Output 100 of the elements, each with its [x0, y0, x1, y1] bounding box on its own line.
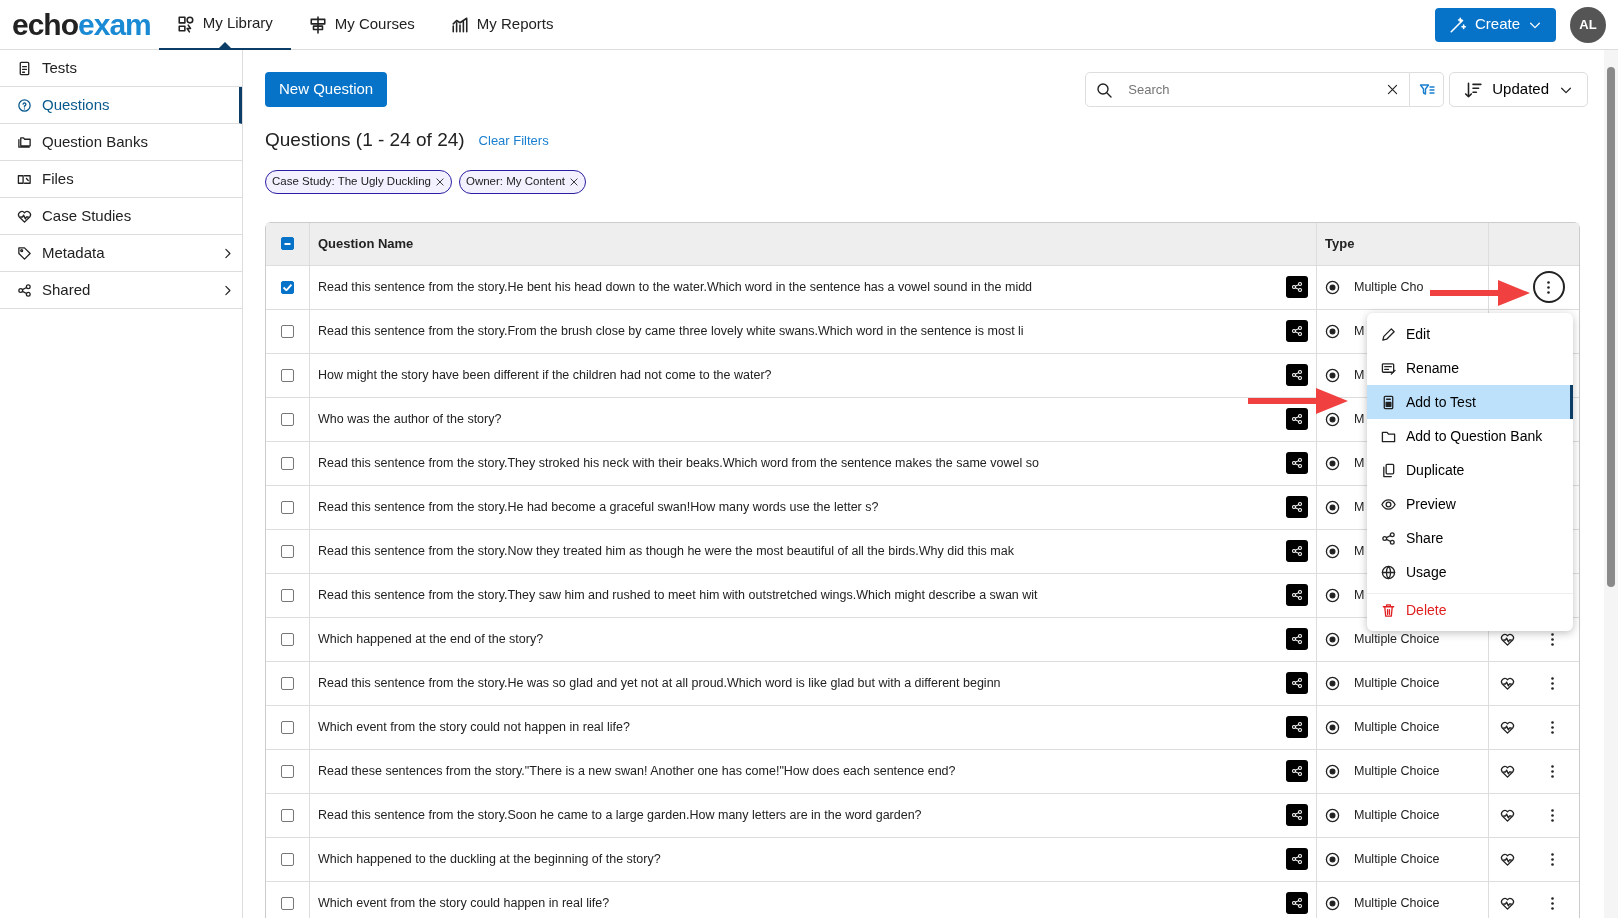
- sidebar-item[interactable]: Questions: [0, 87, 242, 124]
- scrollbar[interactable]: [1604, 50, 1618, 918]
- sidebar-item[interactable]: Case Studies: [0, 198, 242, 235]
- share-icon: [1291, 897, 1303, 910]
- question-name: Read this sentence from the story.From the brush close by came three lovely white swans.Which word in the sentence is most li: [318, 322, 1025, 340]
- more-icon: [1550, 764, 1554, 778]
- share-button[interactable]: [1286, 364, 1308, 387]
- create-button[interactable]: Create: [1434, 7, 1556, 42]
- filter-chip[interactable]: Owner: My Content: [458, 169, 587, 194]
- menu-item[interactable]: Usage: [1367, 555, 1573, 589]
- sidebar-item[interactable]: Question Banks: [0, 124, 242, 161]
- menu-item[interactable]: Edit: [1367, 317, 1573, 351]
- row-checkbox[interactable]: [281, 720, 294, 734]
- clear-search-button[interactable]: [1386, 83, 1400, 96]
- menu-item[interactable]: Share: [1367, 521, 1573, 555]
- column-header: Type: [1325, 235, 1355, 254]
- sidebar-item[interactable]: Tests: [0, 50, 242, 87]
- share-button[interactable]: [1286, 804, 1308, 827]
- avatar[interactable]: AL: [1570, 6, 1606, 43]
- more-icon: [1550, 632, 1554, 646]
- share-icon: [1291, 501, 1303, 514]
- sidebar-item[interactable]: Metadata: [0, 235, 242, 272]
- sort-icon: [1464, 80, 1483, 99]
- clear-filters-link[interactable]: Clear Filters: [478, 130, 549, 151]
- row-checkbox[interactable]: [281, 632, 294, 646]
- row-checkbox[interactable]: [281, 456, 294, 470]
- nav-tab[interactable]: My Reports: [432, 0, 572, 50]
- row-checkbox[interactable]: [281, 544, 294, 558]
- share-icon: [1291, 413, 1303, 426]
- sort-dropdown[interactable]: Updated: [1449, 72, 1588, 107]
- row-checkbox[interactable]: [281, 280, 294, 294]
- question-type: M: [1354, 586, 1365, 604]
- new-question-button[interactable]: New Question: [265, 72, 388, 107]
- row-checkbox[interactable]: [281, 412, 294, 426]
- menu-item[interactable]: Preview: [1367, 487, 1573, 521]
- nav-tab[interactable]: My Library: [158, 0, 291, 50]
- share-button[interactable]: [1286, 628, 1308, 651]
- share-button[interactable]: [1286, 276, 1308, 299]
- checkmark-icon: [283, 283, 292, 291]
- share-icon: [1291, 853, 1303, 866]
- heart-icon: [1499, 895, 1515, 911]
- row-checkbox[interactable]: [281, 676, 294, 690]
- question-name: Read this sentence from the story.He had become a graceful swan!How many words use the letter s?: [318, 498, 880, 516]
- row-checkbox[interactable]: [281, 368, 294, 382]
- menu-item[interactable]: Rename: [1367, 351, 1573, 385]
- row-checkbox[interactable]: [281, 324, 294, 338]
- select-all-checkbox[interactable]: [281, 237, 294, 251]
- question-type: Multiple Choice: [1354, 806, 1440, 824]
- row-checkbox[interactable]: [281, 852, 294, 866]
- share-button[interactable]: [1286, 452, 1308, 475]
- share-button[interactable]: [1286, 848, 1308, 871]
- magic-wand-icon: [1448, 15, 1467, 34]
- menu-item[interactable]: Duplicate: [1367, 453, 1573, 487]
- radio-icon: [1325, 587, 1340, 603]
- search-field[interactable]: Search: [1085, 72, 1411, 107]
- menu-item[interactable]: Add to Test: [1367, 385, 1573, 419]
- search-icon: [1096, 81, 1113, 98]
- radio-icon: [1325, 411, 1340, 427]
- minus-icon: [284, 242, 291, 245]
- question-type: M: [1354, 542, 1365, 560]
- share-icon: [1291, 677, 1303, 690]
- menu-item[interactable]: Delete: [1367, 593, 1573, 627]
- document-icon: [17, 60, 32, 76]
- question-type: Multiple Choice: [1354, 894, 1440, 912]
- radio-icon: [1325, 763, 1340, 779]
- share-button[interactable]: [1286, 716, 1308, 739]
- row-checkbox[interactable]: [281, 896, 294, 910]
- tag-icon: [17, 245, 32, 261]
- filter-chip[interactable]: Case Study: The Ugly Duckling: [265, 169, 452, 194]
- rename-icon: [1381, 360, 1396, 376]
- question-icon: [17, 97, 32, 113]
- share-button[interactable]: [1286, 892, 1308, 915]
- share-button[interactable]: [1286, 496, 1308, 519]
- question-type: Multiple Choice: [1354, 630, 1440, 648]
- question-name: Which happened to the duckling at the beginning of the story?: [318, 850, 662, 868]
- row-checkbox[interactable]: [281, 500, 294, 514]
- share-button[interactable]: [1286, 672, 1308, 695]
- sidebar-item[interactable]: Files: [0, 161, 242, 198]
- more-button[interactable]: [1532, 271, 1565, 304]
- library-icon: [176, 14, 195, 33]
- row-checkbox[interactable]: [281, 764, 294, 778]
- row-checkbox[interactable]: [281, 808, 294, 822]
- question-type: Multiple Choice: [1354, 762, 1440, 780]
- close-icon: [569, 176, 580, 187]
- share-button[interactable]: [1286, 760, 1308, 783]
- radio-icon: [1325, 367, 1340, 383]
- filter-button[interactable]: [1410, 72, 1445, 107]
- menu-item[interactable]: Add to Question Bank: [1367, 419, 1573, 453]
- folders-icon: [17, 134, 32, 150]
- share-button[interactable]: [1286, 540, 1308, 563]
- chart-icon: [450, 15, 469, 34]
- share-button[interactable]: [1286, 408, 1308, 431]
- sidebar-item[interactable]: Shared: [0, 272, 242, 309]
- share-icon: [1291, 545, 1303, 558]
- more-icon: [1547, 280, 1550, 294]
- row-checkbox[interactable]: [281, 588, 294, 602]
- question-type: M: [1354, 498, 1365, 516]
- share-button[interactable]: [1286, 320, 1308, 343]
- share-button[interactable]: [1286, 584, 1308, 607]
- nav-tab[interactable]: My Courses: [290, 0, 433, 50]
